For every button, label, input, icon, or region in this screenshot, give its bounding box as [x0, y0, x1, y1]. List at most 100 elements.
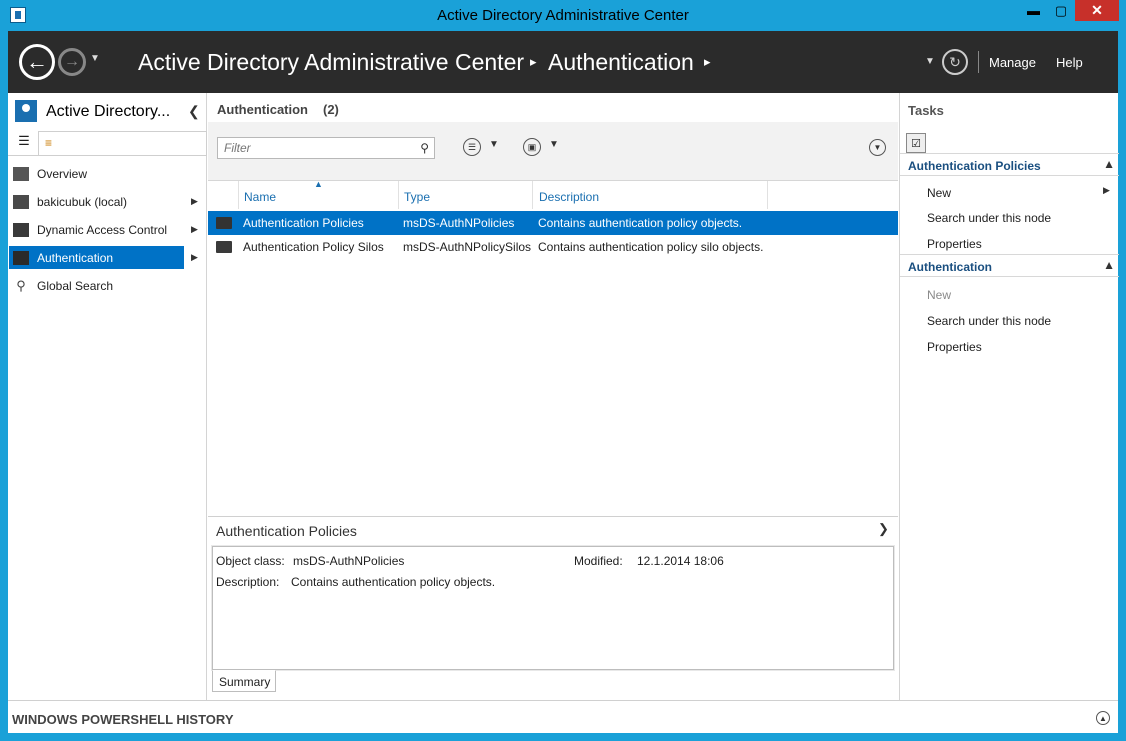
powershell-history-title[interactable]: WINDOWS POWERSHELL HISTORY: [12, 712, 234, 727]
page-title: Authentication: [217, 102, 308, 117]
row-description: Contains authentication policy silo obje…: [538, 240, 764, 254]
refresh-icon: ↻: [949, 53, 961, 70]
maximize-button[interactable]: ▢: [1047, 0, 1075, 21]
task-section-authentication-policies[interactable]: Authentication Policies ▲: [900, 153, 1119, 176]
nav-item-label: Dynamic Access Control: [37, 222, 168, 237]
tree-view-icon: ≡: [45, 136, 53, 150]
row-name: Authentication Policy Silos: [243, 240, 384, 254]
arrow-right-icon: →: [64, 53, 80, 70]
column-header-description[interactable]: Description: [539, 190, 599, 204]
row-description: Contains authentication policy objects.: [538, 216, 743, 230]
expand-arrow-icon[interactable]: ▶: [191, 196, 198, 207]
breadcrumb-separator-icon[interactable]: ▸: [530, 54, 537, 70]
breadcrumb-separator-icon[interactable]: ▸: [704, 54, 711, 70]
nav-item-label: bakicubuk (local): [37, 194, 128, 209]
chevron-down-icon[interactable]: ❯: [878, 521, 889, 537]
nav-item-label: Overview: [37, 166, 88, 181]
collapse-nav-icon[interactable]: ❮: [188, 103, 200, 120]
nav-item-global-search[interactable]: ⚲ Global Search: [9, 274, 184, 297]
manage-menu[interactable]: Manage: [989, 55, 1036, 70]
breadcrumb-header: ← → ▼ Active Directory Administrative Ce…: [8, 31, 1118, 93]
preview-pane: Authentication Policies ❯ Object class: …: [208, 516, 898, 700]
filter-box[interactable]: ⚲: [217, 137, 435, 159]
view-options-button[interactable]: ☰: [463, 138, 481, 156]
overview-icon: [13, 166, 29, 181]
folder-icon: [216, 217, 232, 229]
help-menu[interactable]: Help: [1056, 55, 1083, 70]
nav-item-dynamic-access-control[interactable]: Dynamic Access Control: [9, 218, 184, 241]
window-title: Active Directory Administrative Center: [437, 7, 689, 24]
preview-summary-box: Object class: msDS-AuthNPolicies Modifie…: [211, 545, 895, 671]
row-type: msDS-AuthNPolicySilos: [403, 240, 532, 254]
column-separator[interactable]: [398, 181, 399, 209]
save-icon: ▣: [527, 141, 537, 152]
refresh-dropdown-icon[interactable]: ▼: [925, 56, 935, 67]
grid-header: ▲ Name Type Description: [208, 179, 898, 210]
column-separator[interactable]: [532, 181, 533, 209]
chevron-up-icon[interactable]: ▲: [1096, 711, 1110, 725]
preview-title: Authentication Policies: [216, 523, 357, 539]
modified-label: Modified:: [574, 554, 623, 568]
client-area: ← → ▼ Active Directory Administrative Ce…: [8, 31, 1119, 733]
chevron-up-icon[interactable]: ▲: [1103, 258, 1115, 272]
row-type: msDS-AuthNPolicies: [403, 216, 515, 230]
folder-icon: [216, 241, 232, 253]
tasks-pane: Tasks ☑ Authentication Policies ▲ New ▶ …: [899, 93, 1119, 700]
save-query-button[interactable]: ▣: [523, 138, 541, 156]
forward-button[interactable]: →: [58, 48, 86, 76]
tasks-title: Tasks: [908, 103, 944, 118]
description-value: Contains authentication policy objects.: [291, 575, 496, 589]
breadcrumb-root[interactable]: Active Directory Administrative Center: [138, 49, 524, 76]
list-toolbar: ⚲ ☰ ▼ ▣ ▼ ▼: [208, 122, 898, 180]
task-search-under-node[interactable]: Search under this node: [927, 314, 1051, 328]
item-count: (2): [323, 102, 339, 117]
expand-toolbar-button[interactable]: ▼: [869, 139, 886, 156]
row-name: Authentication Policies: [243, 216, 364, 230]
task-new-disabled: New: [927, 288, 952, 302]
table-row[interactable]: Authentication Policies msDS-AuthNPolici…: [208, 211, 898, 235]
domain-icon: [13, 194, 29, 209]
object-class-label: Object class:: [216, 554, 285, 568]
list-options-icon: ☰: [467, 141, 477, 152]
close-button[interactable]: ✕: [1075, 0, 1119, 21]
task-section-authentication[interactable]: Authentication ▲: [900, 254, 1119, 277]
list-view-tab[interactable]: ☰: [12, 133, 36, 155]
refresh-button[interactable]: ↻: [942, 49, 968, 75]
tree-view-tab[interactable]: ≡: [38, 131, 207, 156]
search-icon[interactable]: ⚲: [420, 141, 429, 155]
clipboard-icon[interactable]: ☑: [906, 133, 926, 153]
history-dropdown-icon[interactable]: ▼: [90, 53, 100, 64]
task-new[interactable]: New: [927, 186, 951, 200]
breadcrumb-authentication[interactable]: Authentication: [548, 49, 694, 76]
column-separator[interactable]: [767, 181, 768, 209]
expand-arrow-icon[interactable]: ▶: [191, 224, 198, 235]
nav-item-overview[interactable]: Overview: [9, 162, 184, 185]
summary-tab[interactable]: Summary: [212, 670, 276, 692]
navigation-pane: Active Directory... ❮ ☰ ≡ Overview bakic…: [8, 93, 207, 700]
nav-title: Active Directory...: [46, 103, 171, 120]
header-divider: [978, 51, 979, 73]
column-header-name[interactable]: Name: [244, 190, 276, 204]
table-row[interactable]: Authentication Policy Silos msDS-AuthNPo…: [208, 235, 898, 259]
powershell-history-bar[interactable]: WINDOWS POWERSHELL HISTORY ▲: [8, 700, 1118, 733]
column-header-type[interactable]: Type: [404, 190, 430, 204]
task-properties[interactable]: Properties: [927, 237, 982, 251]
view-options-dropdown-icon[interactable]: ▼: [489, 139, 499, 150]
chevron-up-icon[interactable]: ▲: [1103, 157, 1115, 171]
nav-item-domain[interactable]: bakicubuk (local): [9, 190, 184, 213]
nav-item-authentication[interactable]: Authentication: [9, 246, 184, 269]
task-properties[interactable]: Properties: [927, 340, 982, 354]
folder-icon: [13, 222, 29, 237]
folder-icon: [13, 250, 29, 265]
column-separator: [238, 181, 239, 209]
submenu-arrow-icon[interactable]: ▶: [1103, 185, 1110, 196]
filter-input[interactable]: [222, 139, 412, 157]
task-search-under-node[interactable]: Search under this node: [927, 211, 1051, 225]
minimize-button[interactable]: ▬: [1020, 0, 1047, 21]
expand-arrow-icon[interactable]: ▶: [191, 252, 198, 263]
nav-tab-divider: [8, 155, 207, 156]
nav-item-label: Authentication: [37, 250, 114, 265]
back-button[interactable]: ←: [19, 44, 55, 80]
save-query-dropdown-icon[interactable]: ▼: [549, 139, 559, 150]
modified-value: 12.1.2014 18:06: [637, 554, 724, 568]
